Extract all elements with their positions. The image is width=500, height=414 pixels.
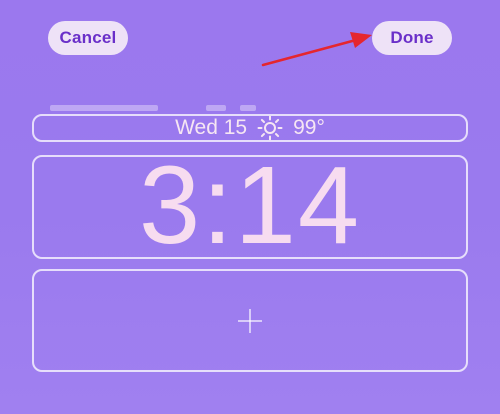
plus-icon[interactable]: [235, 306, 265, 336]
clock-slot[interactable]: 3:14: [32, 151, 468, 261]
temperature-label: 99°: [293, 116, 325, 139]
status-ghost-bar: [206, 105, 226, 111]
status-ghost-bar: [240, 105, 256, 111]
cancel-button[interactable]: Cancel: [48, 21, 128, 55]
date-label: Wed 15: [175, 116, 248, 139]
clock-time: 3:14: [138, 144, 362, 267]
widget-slot[interactable]: [32, 269, 468, 372]
sun-icon: [257, 115, 283, 141]
done-button[interactable]: Done: [372, 21, 452, 55]
status-ghost-bar: [50, 105, 158, 111]
date-weather-slot[interactable]: Wed 15 99°: [32, 114, 468, 142]
